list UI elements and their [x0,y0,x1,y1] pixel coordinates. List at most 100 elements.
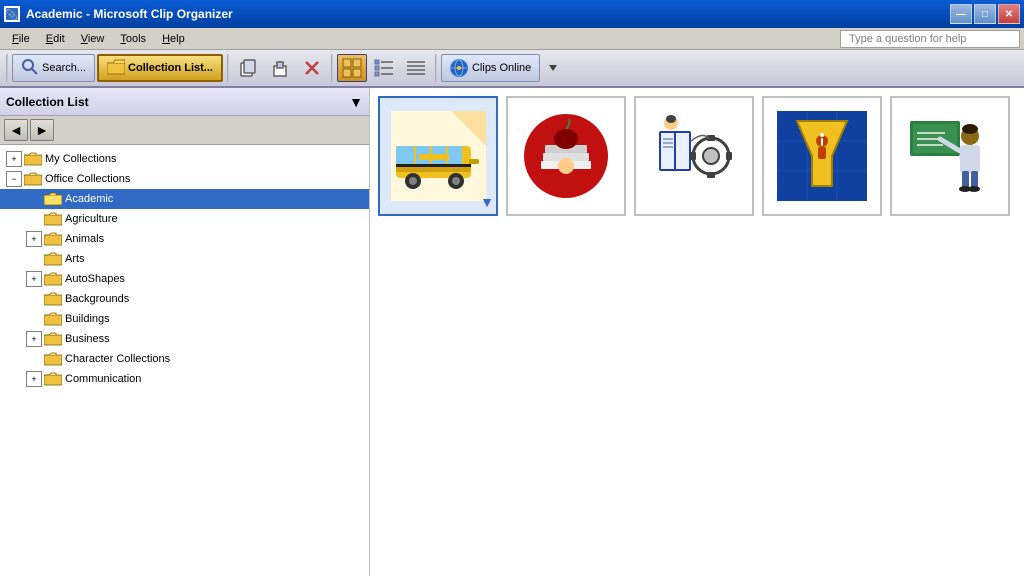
menu-tools[interactable]: Tools [112,31,154,47]
tree-item-academic[interactable]: Academic [0,189,369,209]
tree-item-backgrounds[interactable]: Backgrounds [0,289,369,309]
folder-icon-agriculture [44,212,62,226]
tree-item-communication[interactable]: + Communication [0,369,369,389]
toolbar-sep-1 [6,54,8,82]
toolbar: Search... Collection List... [0,50,1024,88]
folder-icon-my-collections [24,152,42,166]
list-view-button[interactable] [369,54,399,82]
clip-item-book-gears[interactable] [634,96,754,216]
folder-icon-buildings [44,312,62,326]
copy-button[interactable] [233,54,263,82]
tree-item-office-collections[interactable]: − Office Collections [0,169,369,189]
content-area: ▼ [370,88,1024,576]
folder-icon [107,59,125,78]
toolbar-sep-3 [331,54,333,82]
folder-icon-academic [44,192,62,206]
clip-item-teacher[interactable] [890,96,1010,216]
minimize-button[interactable]: — [950,4,972,24]
sidebar-nav: ◄ ► [0,116,369,145]
svg-text:📎: 📎 [6,8,19,21]
expand-btn-office-collections[interactable]: − [6,171,22,187]
tree-item-label-autoshapes: AutoShapes [65,273,125,285]
tree-item-label-buildings: Buildings [65,313,110,325]
folder-icon-communication [44,372,62,386]
sidebar-title: Collection List [6,95,89,109]
tree-item-agriculture[interactable]: Agriculture [0,209,369,229]
toolbar-sep-2 [227,54,229,82]
tree-item-buildings[interactable]: Buildings [0,309,369,329]
sidebar-header: Collection List ▼ [0,88,369,116]
tree-item-label-arts: Arts [65,253,85,265]
clip-item-funnel[interactable] [762,96,882,216]
sidebar: Collection List ▼ ◄ ► + My Collections− … [0,88,370,576]
delete-button[interactable] [297,54,327,82]
main-layout: Collection List ▼ ◄ ► + My Collections− … [0,88,1024,576]
app-icon: 📎 [4,6,20,22]
tree-item-label-animals: Animals [65,233,104,245]
clip-item-books-apple[interactable] [506,96,626,216]
tree-item-character-collections[interactable]: Character Collections [0,349,369,369]
menu-file[interactable]: File [4,31,38,47]
tree-container[interactable]: + My Collections− Office Collections Aca… [0,145,369,576]
title-bar: 📎 Academic - Microsoft Clip Organizer — … [0,0,1024,28]
nav-back-button[interactable]: ◄ [4,119,28,141]
expand-btn-business[interactable]: + [26,331,42,347]
tree-item-autoshapes[interactable]: + AutoShapes [0,269,369,289]
folder-icon-office-collections [24,172,42,186]
window-controls: — □ ✕ [950,4,1020,24]
expand-btn-my-collections[interactable]: + [6,151,22,167]
paste-button[interactable] [265,54,295,82]
menu-edit[interactable]: Edit [38,31,73,47]
tree-item-business[interactable]: + Business [0,329,369,349]
tree-item-label-academic: Academic [65,193,113,205]
tree-item-label-backgrounds: Backgrounds [65,293,129,305]
clip-thumbnail-teacher [900,106,1000,206]
tree-item-label-office-collections: Office Collections [45,173,130,185]
folder-icon-animals [44,232,62,246]
menu-view[interactable]: View [73,31,113,47]
folder-icon-business [44,332,62,346]
collection-list-button[interactable]: Collection List... [97,54,223,82]
tree-item-label-character-collections: Character Collections [65,353,170,365]
folder-icon-arts [44,252,62,266]
search-button[interactable]: Search... [12,54,95,82]
folder-icon-character-collections [44,352,62,366]
toolbar-dropdown-button[interactable] [542,54,564,82]
tree-item-label-agriculture: Agriculture [65,213,118,225]
close-button[interactable]: ✕ [998,4,1020,24]
clips-online-label: Clips Online [472,62,531,74]
tree-item-label-communication: Communication [65,373,141,385]
expand-btn-animals[interactable]: + [26,231,42,247]
clip-thumbnail-books-apple [516,106,616,206]
sidebar-dropdown-arrow[interactable]: ▼ [349,94,363,110]
toolbar-sep-4 [435,54,437,82]
search-icon [21,58,39,79]
maximize-button[interactable]: □ [974,4,996,24]
details-view-button[interactable] [401,54,431,82]
clip-thumbnail-funnel [772,106,872,206]
clips-online-button[interactable]: Clips Online [441,54,540,82]
sidebar-header-left: Collection List [6,95,89,109]
globe-icon [450,59,468,77]
folder-icon-autoshapes [44,272,62,286]
clip-dropdown-indicator[interactable]: ▼ [480,194,494,210]
tree-item-my-collections[interactable]: + My Collections [0,149,369,169]
tree-item-animals[interactable]: + Animals [0,229,369,249]
tree-item-arts[interactable]: Arts [0,249,369,269]
tree-item-label-business: Business [65,333,110,345]
folder-icon-backgrounds [44,292,62,306]
clip-thumbnail-school-bus [388,106,488,206]
clip-item-school-bus[interactable]: ▼ [378,96,498,216]
collection-list-label: Collection List... [128,62,213,74]
nav-forward-button[interactable]: ► [30,119,54,141]
app-title: Academic - Microsoft Clip Organizer [26,7,950,21]
menu-bar: File Edit View Tools Help Type a questio… [0,28,1024,50]
search-label: Search... [42,62,86,74]
tree-item-label-my-collections: My Collections [45,153,117,165]
menu-help[interactable]: Help [154,31,193,47]
thumbnail-view-button[interactable] [337,54,367,82]
help-search-box[interactable]: Type a question for help [840,30,1020,48]
expand-btn-communication[interactable]: + [26,371,42,387]
expand-btn-autoshapes[interactable]: + [26,271,42,287]
clip-thumbnail-book-gears [644,106,744,206]
